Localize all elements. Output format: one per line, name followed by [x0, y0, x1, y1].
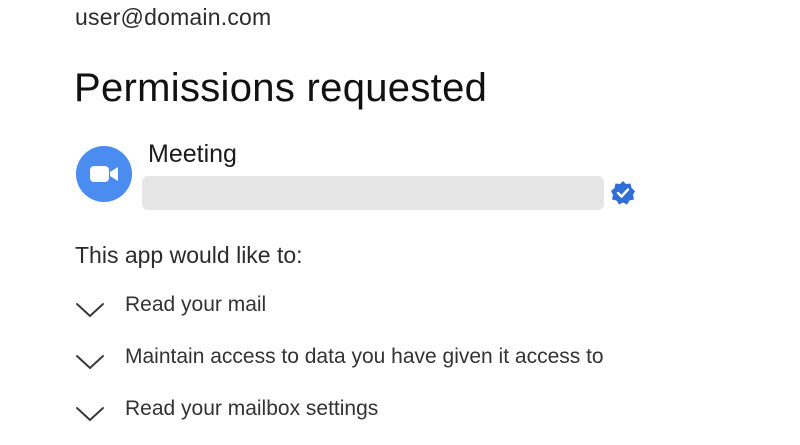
app-info: Meeting: [76, 140, 676, 220]
permission-label: Read your mail: [125, 293, 267, 316]
permission-label: Read your mailbox settings: [125, 397, 379, 420]
permission-item-mailbox-settings[interactable]: Read your mailbox settings: [74, 394, 604, 445]
app-name: Meeting: [148, 140, 237, 168]
verified-badge-icon[interactable]: [610, 180, 636, 206]
page-title: Permissions requested: [74, 66, 488, 110]
permissions-consent-page: user@domain.com Permissions requested Me…: [0, 0, 800, 445]
chevron-down-icon[interactable]: [74, 404, 106, 424]
chevron-down-icon[interactable]: [74, 300, 106, 320]
account-email: user@domain.com: [75, 4, 272, 30]
publisher-name-redacted: [142, 176, 604, 210]
permissions-intro: This app would like to:: [75, 242, 303, 268]
video-camera-icon: [76, 146, 132, 202]
permission-item-maintain-access[interactable]: Maintain access to data you have given i…: [74, 342, 604, 394]
permission-label: Maintain access to data you have given i…: [125, 345, 604, 368]
permission-list: Read your mail Maintain access to data y…: [74, 290, 604, 445]
permission-item-read-mail[interactable]: Read your mail: [74, 290, 604, 342]
chevron-down-icon[interactable]: [74, 352, 106, 372]
